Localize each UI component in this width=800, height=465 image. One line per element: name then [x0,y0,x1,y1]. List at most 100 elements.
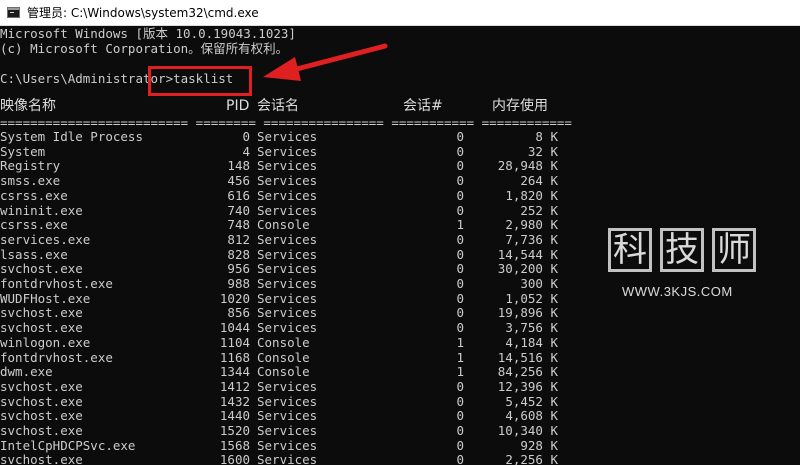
header-image-name: 映像名称 [0,98,56,114]
process-pid: 988 [227,276,250,291]
process-session-number: 0 [456,231,464,247]
watermark-char: 技 [660,228,704,272]
process-row: IntelCpHDCPSvc.exe 1568 Services 0 928 K [0,437,800,454]
process-memory: 32 K [527,143,558,159]
process-session-name: Services [257,290,318,306]
process-session-name: Services [257,158,318,174]
process-session-number: 0 [456,393,464,409]
process-pid: 1344 [219,364,250,380]
process-row: csrss.exe 616 Services 0 1,820 K [0,187,800,204]
process-name: svchost.exe [0,261,83,277]
process-row: svchost.exe 1440 Services 0 4,608 K [0,409,800,424]
process-name: svchost.exe [0,320,83,336]
process-memory: 14,544 K [497,246,558,262]
watermark-url: WWW.3KJS.COM [622,284,733,299]
process-pid: 0 [242,129,250,144]
process-session-number: 1 [456,364,464,380]
process-session-name: Services [257,320,318,336]
process-session-name: Services [257,129,318,144]
process-name: wininit.exe [0,202,83,218]
header-pid: PID [226,98,250,114]
process-memory: 84,256 K [497,364,558,380]
header-memory-usage: 内存使用 [492,98,548,114]
process-session-name: Console [257,334,310,350]
process-memory: 1,820 K [505,187,558,203]
watermark-char: 师 [712,228,756,272]
process-session-name: Services [257,393,318,409]
process-pid: 4 [242,143,250,159]
process-session-name: Services [257,202,318,218]
process-row: Registry 148 Services 0 28,948 K [0,159,800,174]
window-title: 管理员: C:\Windows\system32\cmd.exe [27,6,259,20]
process-session-name: Services [257,437,318,453]
process-name: fontdrvhost.exe [0,349,113,365]
process-memory: 14,516 K [497,349,558,365]
process-name: winlogon.exe [0,334,91,350]
process-session-name: Services [257,423,318,438]
process-name: csrss.exe [0,217,68,233]
process-session-name: Services [257,276,318,291]
process-row: svchost.exe 856 Services 0 19,896 K [0,306,800,321]
process-name: lsass.exe [0,246,68,262]
process-session-name: Services [257,261,318,277]
process-row: wininit.exe 740 Services 0 252 K [0,202,800,219]
process-row: dwm.exe 1344 Console 1 84,256 K [0,364,800,380]
process-session-name: Console [257,349,310,365]
process-session-name: Services [257,246,318,262]
process-memory: 2,980 K [505,217,558,233]
cmd-icon [7,7,20,18]
process-memory: 928 K [520,437,558,453]
watermark: 科 技 师 WWW.3KJS.COM [606,228,766,306]
process-pid: 1104 [219,334,250,350]
process-session-number: 0 [456,246,464,262]
process-memory: 4,184 K [505,334,558,350]
process-memory: 5,452 K [505,393,558,409]
process-pid: 956 [227,261,250,277]
process-pid: 1168 [219,349,250,365]
process-session-number: 0 [456,276,464,291]
process-pid: 740 [227,202,250,218]
process-pid: 1520 [219,423,250,438]
process-session-name: Services [257,378,318,394]
header-session-name: 会话名 [257,98,299,114]
process-row: svchost.exe 1044 Services 0 3,756 K [0,320,800,336]
process-name: svchost.exe [0,305,83,321]
process-name: svchost.exe [0,393,83,409]
process-name: svchost.exe [0,423,83,438]
process-pid: 1600 [219,452,250,465]
process-name: System Idle Process [0,129,143,144]
process-session-name: Services [257,305,318,321]
version-line: Microsoft Windows [版本 10.0.19043.1023] [0,26,296,41]
process-session-name: Services [257,408,318,424]
process-row: fontdrvhost.exe 1168 Console 1 14,516 K [0,349,800,366]
process-row: System 4 Services 0 32 K [0,143,800,160]
process-session-number: 0 [456,290,464,306]
process-session-number: 0 [456,320,464,336]
process-row: svchost.exe 1520 Services 0 10,340 K [0,423,800,439]
process-name: smss.exe [0,173,61,189]
process-memory: 28,948 K [497,158,558,174]
process-pid: 828 [227,246,250,262]
process-name: svchost.exe [0,378,83,394]
process-memory: 10,340 K [497,423,558,438]
process-session-number: 1 [456,334,464,350]
process-pid: 1568 [219,437,250,453]
process-session-number: 0 [456,261,464,277]
process-memory: 2,256 K [505,452,558,465]
copyright-line: (c) Microsoft Corporation。保留所有权利。 [0,41,289,56]
process-session-number: 0 [456,129,464,144]
process-session-number: 0 [456,408,464,424]
process-session-number: 0 [456,378,464,394]
command-highlight-box [148,66,252,96]
process-session-name: Services [257,452,318,465]
process-name: System [0,143,46,159]
process-memory: 7,736 K [505,231,558,247]
process-row: svchost.exe 1432 Services 0 5,452 K [0,393,800,410]
process-pid: 1044 [219,320,250,336]
title-bar[interactable]: 管理员: C:\Windows\system32\cmd.exe [0,0,800,26]
process-pid: 748 [227,217,250,233]
process-memory: 12,396 K [497,378,558,394]
process-name: svchost.exe [0,408,83,424]
process-session-number: 0 [456,202,464,218]
process-session-number: 0 [456,437,464,453]
